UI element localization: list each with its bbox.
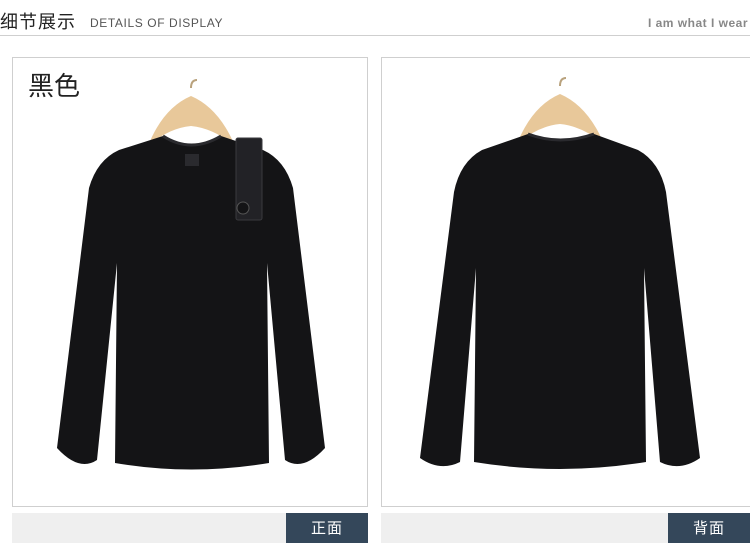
hanger-icon (148, 79, 235, 146)
neck-label (185, 154, 199, 166)
back-caption-bar: 背面 (381, 513, 750, 543)
shirt-body (57, 136, 325, 470)
brand-tagline: I am what I wear (647, 16, 748, 30)
back-view-label: 背面 (668, 513, 750, 543)
section-header: 细节展示 DETAILS OF DISPLAY I am what I wear (0, 0, 750, 36)
patch-emblem-icon (236, 201, 250, 215)
front-view-label: 正面 (286, 513, 368, 543)
front-view-panel: 黑色 (12, 57, 368, 507)
section-title: 细节展示 (0, 12, 76, 33)
shirt-body (420, 134, 700, 469)
front-shirt-image (57, 79, 325, 470)
header-divider (0, 35, 750, 36)
front-caption-bar: 正面 (12, 513, 368, 543)
back-shirt-image (420, 77, 700, 469)
section-subtitle: DETAILS OF DISPLAY (90, 16, 224, 30)
back-view-panel (381, 57, 750, 507)
